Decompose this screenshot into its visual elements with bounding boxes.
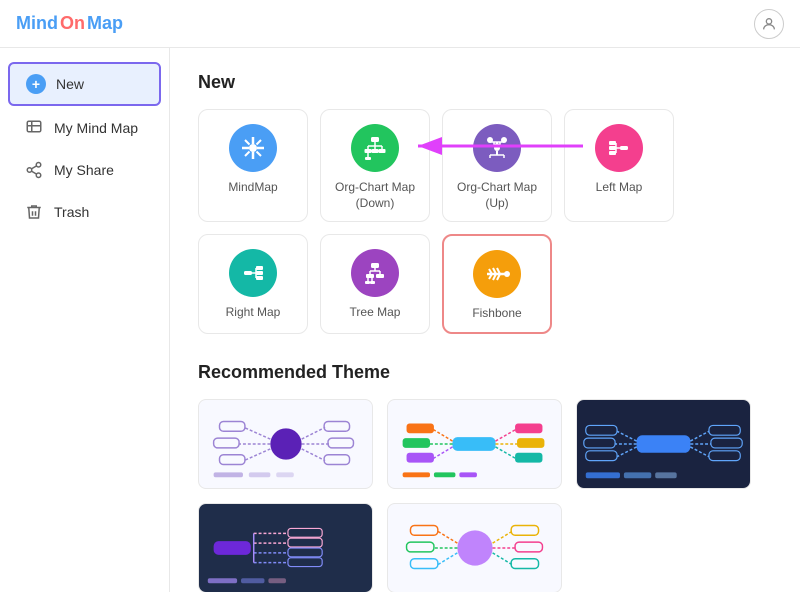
recommended-section-title: Recommended Theme bbox=[198, 362, 772, 383]
left-map-label: Left Map bbox=[596, 180, 643, 196]
theme-card-3[interactable] bbox=[576, 399, 751, 489]
theme-grid bbox=[198, 399, 772, 592]
map-card-right[interactable]: Right Map bbox=[198, 234, 308, 334]
right-map-icon bbox=[229, 249, 277, 297]
map-icon bbox=[24, 118, 44, 138]
share-icon bbox=[24, 160, 44, 180]
theme-card-2[interactable] bbox=[387, 399, 562, 489]
trash-icon bbox=[24, 202, 44, 222]
mindmap-icon bbox=[229, 124, 277, 172]
sidebar-label-trash: Trash bbox=[54, 204, 89, 220]
new-section-title: New bbox=[198, 72, 772, 93]
sidebar-item-my-share[interactable]: My Share bbox=[8, 150, 161, 190]
sidebar: + New My Mind Map My Share bbox=[0, 48, 170, 592]
sidebar-item-new[interactable]: + New bbox=[8, 62, 161, 106]
theme-card-5[interactable] bbox=[387, 503, 562, 592]
org-up-icon bbox=[473, 124, 521, 172]
map-type-section: MindMap bbox=[198, 109, 772, 334]
logo-on: On bbox=[60, 13, 85, 34]
fishbone-label: Fishbone bbox=[472, 306, 521, 322]
tree-map-icon bbox=[351, 249, 399, 297]
map-card-left[interactable]: Left Map bbox=[564, 109, 674, 222]
content-area: New bbox=[170, 48, 800, 592]
map-type-grid: MindMap bbox=[198, 109, 772, 334]
sidebar-label-my-share: My Share bbox=[54, 162, 114, 178]
left-map-icon bbox=[595, 124, 643, 172]
tree-map-label: Tree Map bbox=[350, 305, 401, 321]
sidebar-item-my-mind-map[interactable]: My Mind Map bbox=[8, 108, 161, 148]
theme-card-4[interactable] bbox=[198, 503, 373, 592]
map-card-org-up[interactable]: Org-Chart Map (Up) bbox=[442, 109, 552, 222]
logo-mind: Mind bbox=[16, 13, 58, 34]
sidebar-item-trash[interactable]: Trash bbox=[8, 192, 161, 232]
right-map-label: Right Map bbox=[226, 305, 281, 321]
plus-icon: + bbox=[26, 74, 46, 94]
user-avatar[interactable] bbox=[754, 9, 784, 39]
map-card-tree[interactable]: Tree Map bbox=[320, 234, 430, 334]
map-card-mindmap[interactable]: MindMap bbox=[198, 109, 308, 222]
logo-map: Map bbox=[87, 13, 123, 34]
org-down-label: Org-Chart Map(Down) bbox=[335, 180, 415, 211]
main-layout: + New My Mind Map My Share bbox=[0, 48, 800, 592]
fishbone-icon bbox=[473, 250, 521, 298]
header: MindOnMap bbox=[0, 0, 800, 48]
sidebar-label-new: New bbox=[56, 76, 84, 92]
sidebar-label-my-mind-map: My Mind Map bbox=[54, 120, 138, 136]
org-down-icon bbox=[351, 124, 399, 172]
org-up-label: Org-Chart Map (Up) bbox=[453, 180, 541, 211]
logo: MindOnMap bbox=[16, 13, 123, 34]
theme-card-1[interactable] bbox=[198, 399, 373, 489]
map-card-fishbone[interactable]: Fishbone bbox=[442, 234, 552, 334]
mindmap-label: MindMap bbox=[228, 180, 277, 196]
map-card-org-down[interactable]: Org-Chart Map(Down) bbox=[320, 109, 430, 222]
